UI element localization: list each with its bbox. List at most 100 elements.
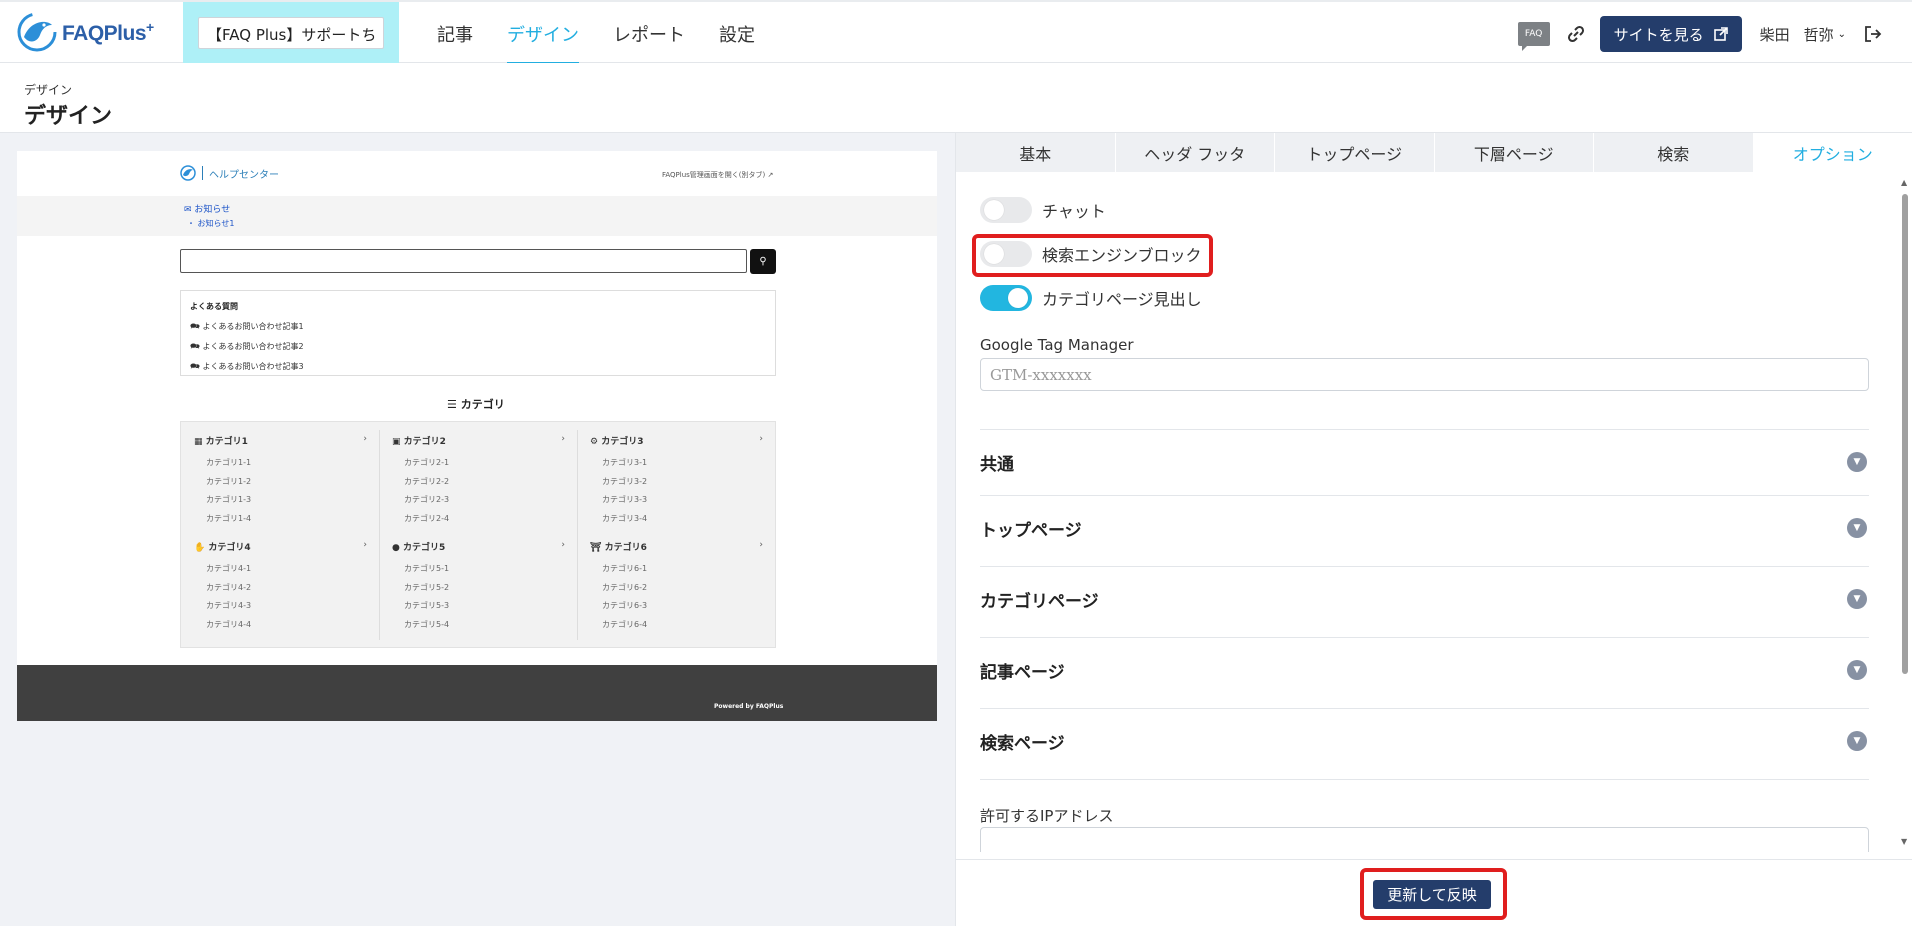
site-preview: ヘルプセンター FAQPlus管理画面を開く(別タブ) ↗ ✉ お知らせ ・ お… [17, 151, 937, 721]
nav-settings[interactable]: 設定 [702, 2, 772, 63]
chevron-right-icon: › [561, 540, 565, 550]
subcategory[interactable]: カテゴリ5-3 [404, 600, 449, 611]
tab-basic[interactable]: 基本 [956, 133, 1116, 172]
gtm-input[interactable]: GTM-xxxxxxx [980, 358, 1869, 391]
subcategory[interactable]: カテゴリ6-3 [602, 600, 647, 611]
faq-item[interactable]: 🗪 よくあるお問い合わせ記事2 [190, 341, 766, 355]
nav-articles[interactable]: 記事 [420, 2, 490, 63]
category-name: ⚙ カテゴリ3 [590, 437, 644, 447]
subcategory[interactable]: カテゴリ3-1 [602, 457, 647, 468]
page-title: デザイン [24, 104, 113, 129]
search-icon[interactable]: ⚲ [750, 249, 776, 274]
chevron-down-icon[interactable]: ⌄ [1838, 29, 1846, 40]
scroll-up-icon[interactable]: ▲ [1901, 178, 1907, 187]
accordion-title: 記事ページ [980, 663, 1065, 683]
accordion-category-page[interactable]: カテゴリページ ▼ [980, 566, 1869, 624]
faq-item[interactable]: 🗪 よくあるお問い合わせ記事3 [190, 361, 766, 375]
subcategory[interactable]: カテゴリ2-3 [404, 494, 449, 505]
subcategory[interactable]: カテゴリ1-4 [206, 513, 251, 524]
category-card[interactable]: ● カテゴリ5 › カテゴリ5-1 カテゴリ5-2 カテゴリ5-3 カテゴリ5-… [379, 528, 575, 634]
chevron-down-icon[interactable]: ▼ [1847, 589, 1867, 609]
tab-sub-page[interactable]: 下層ページ [1435, 133, 1594, 172]
category-name: ⛩ カテゴリ6 [590, 543, 647, 553]
category-heading-toggle[interactable] [980, 285, 1032, 311]
category-name: ▣ カテゴリ2 [392, 437, 446, 447]
subcategory[interactable]: カテゴリ4-3 [206, 600, 251, 611]
divider [980, 779, 1869, 780]
faqplus-logo[interactable]: FAQPlus+ [16, 11, 154, 53]
scroll-thumb[interactable] [1902, 194, 1908, 674]
notice-title[interactable]: ✉ お知らせ [184, 202, 230, 215]
site-select-area: 【FAQ Plus】サポートち [183, 2, 399, 63]
subcategory[interactable]: カテゴリ1-2 [206, 476, 251, 487]
settings-panel: 基本 ヘッダ フッタ トップページ 下層ページ 検索 オプション チャット 検索… [955, 133, 1912, 926]
subcategory[interactable]: カテゴリ1-3 [206, 494, 251, 505]
subcategory[interactable]: カテゴリ3-2 [602, 476, 647, 487]
faq-item[interactable]: 🗪 よくあるお問い合わせ記事1 [190, 321, 766, 335]
category-card[interactable]: ▦ カテゴリ1 › カテゴリ1-1 カテゴリ1-2 カテゴリ1-3 カテゴリ1-… [181, 422, 377, 528]
search-engine-block-toggle[interactable] [980, 241, 1032, 267]
breadcrumb[interactable]: デザイン [24, 81, 72, 98]
chevron-down-icon[interactable]: ▼ [1847, 731, 1867, 751]
subcategory[interactable]: カテゴリ6-1 [602, 563, 647, 574]
tab-header-footer[interactable]: ヘッダ フッタ [1116, 133, 1275, 172]
search-engine-block-row: 検索エンジンブロック [980, 240, 1202, 268]
subcategory[interactable]: カテゴリ3-4 [602, 513, 647, 524]
subcategory[interactable]: カテゴリ6-2 [602, 582, 647, 593]
chat-toggle[interactable] [980, 197, 1032, 223]
faq-chat-icon[interactable]: FAQ [1517, 22, 1550, 51]
tab-search[interactable]: 検索 [1594, 133, 1754, 172]
preview-logo[interactable]: ヘルプセンター [180, 165, 279, 181]
chevron-down-icon[interactable]: ▼ [1847, 660, 1867, 680]
category-card[interactable]: ⛩ カテゴリ6 › カテゴリ6-1 カテゴリ6-2 カテゴリ6-3 カテゴリ6-… [577, 528, 773, 634]
logo-text: FAQPlus+ [62, 18, 154, 45]
link-icon[interactable] [1566, 24, 1586, 44]
logo-separator [202, 166, 203, 180]
page-heading: デザイン デザイン [0, 63, 1912, 133]
subcategory[interactable]: カテゴリ5-4 [404, 619, 449, 630]
category-card[interactable]: ⚙ カテゴリ3 › カテゴリ3-1 カテゴリ3-2 カテゴリ3-3 カテゴリ3-… [577, 422, 773, 528]
site-select[interactable]: 【FAQ Plus】サポートち [198, 17, 384, 49]
toggle-knob [984, 200, 1004, 220]
subcategory[interactable]: カテゴリ4-2 [206, 582, 251, 593]
user-last-name[interactable]: 柴田 [1760, 24, 1790, 45]
gtm-label: Google Tag Manager [980, 336, 1134, 354]
subcategory[interactable]: カテゴリ5-2 [404, 582, 449, 593]
accordion-top-page[interactable]: トップページ ▼ [980, 495, 1869, 553]
subcategory[interactable]: カテゴリ1-1 [206, 457, 251, 468]
subcategory[interactable]: カテゴリ2-2 [404, 476, 449, 487]
notice-item[interactable]: ・ お知らせ1 [187, 218, 234, 229]
accordion-article-page[interactable]: 記事ページ ▼ [980, 637, 1869, 695]
scroll-down-icon[interactable]: ▼ [1901, 837, 1907, 846]
logout-icon[interactable] [1864, 25, 1882, 43]
allowed-ip-input[interactable] [980, 827, 1869, 852]
preview-faq-box: よくある質問 🗪 よくあるお問い合わせ記事1 🗪 よくあるお問い合わせ記事2 🗪… [180, 290, 776, 376]
preview-category-grid: ▦ カテゴリ1 › カテゴリ1-1 カテゴリ1-2 カテゴリ1-3 カテゴリ1-… [180, 421, 776, 648]
subcategory[interactable]: カテゴリ6-4 [602, 619, 647, 630]
accordion-search-page[interactable]: 検索ページ ▼ [980, 708, 1869, 766]
preview-search-input[interactable] [180, 249, 747, 273]
preview-admin-link[interactable]: FAQPlus管理画面を開く(別タブ) ↗ [662, 170, 773, 180]
chevron-down-icon[interactable]: ▼ [1847, 518, 1867, 538]
nav-design[interactable]: デザイン [490, 2, 596, 64]
subcategory[interactable]: カテゴリ2-1 [404, 457, 449, 468]
subcategory[interactable]: カテゴリ3-3 [602, 494, 647, 505]
category-heading-row: カテゴリページ見出し [980, 284, 1202, 312]
tab-options[interactable]: オプション [1753, 133, 1912, 172]
accordion-common[interactable]: 共通 ▼ [980, 429, 1869, 487]
chevron-right-icon: › [363, 434, 367, 444]
user-first-name[interactable]: 哲弥 [1804, 24, 1834, 45]
subcategory[interactable]: カテゴリ4-1 [206, 563, 251, 574]
settings-footer: 更新して反映 [956, 859, 1912, 926]
subcategory[interactable]: カテゴリ4-4 [206, 619, 251, 630]
category-card[interactable]: ▣ カテゴリ2 › カテゴリ2-1 カテゴリ2-2 カテゴリ2-3 カテゴリ2-… [379, 422, 575, 528]
settings-scrollbar[interactable]: ▲ ▼ [1898, 172, 1912, 852]
subcategory[interactable]: カテゴリ2-4 [404, 513, 449, 524]
subcategory[interactable]: カテゴリ5-1 [404, 563, 449, 574]
chevron-down-icon[interactable]: ▼ [1847, 452, 1867, 472]
update-publish-button[interactable]: 更新して反映 [1373, 880, 1491, 909]
tab-top-page[interactable]: トップページ [1275, 133, 1435, 172]
nav-reports[interactable]: レポート [596, 2, 702, 63]
view-site-button[interactable]: サイトを見る [1599, 16, 1742, 52]
category-card[interactable]: ✋ カテゴリ4 › カテゴリ4-1 カテゴリ4-2 カテゴリ4-3 カテゴリ4-… [181, 528, 377, 634]
